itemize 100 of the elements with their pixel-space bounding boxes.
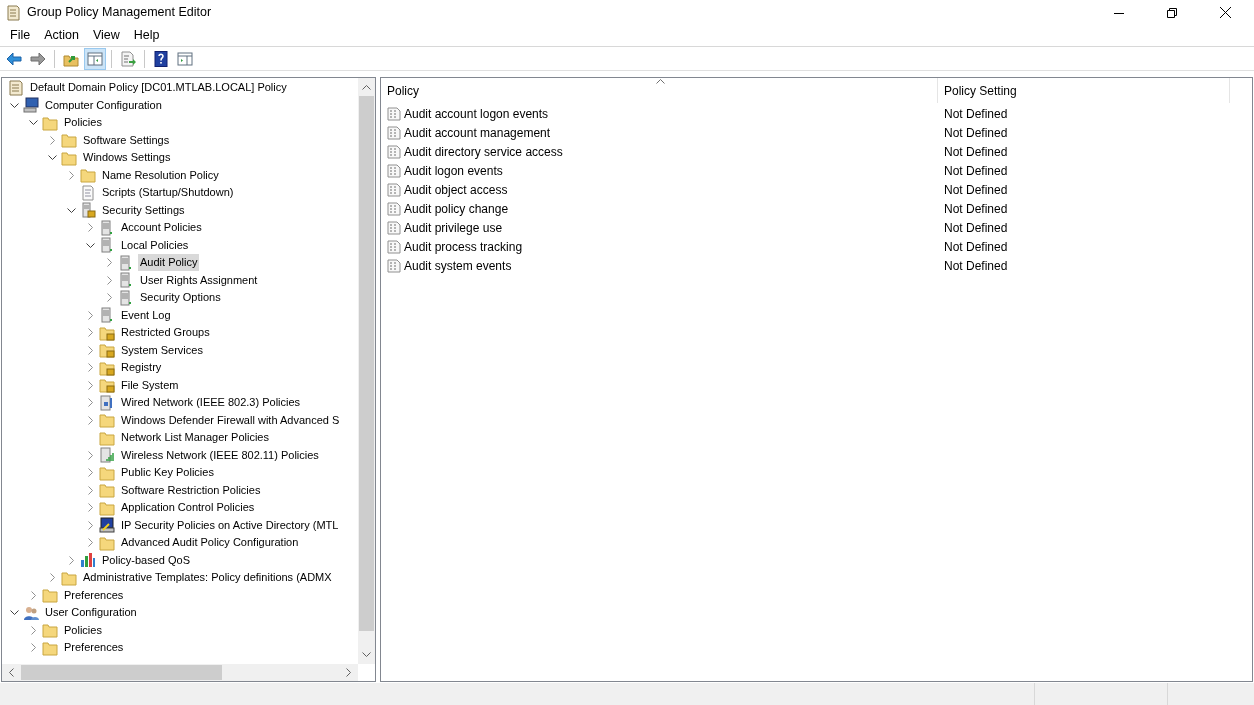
menu-item[interactable]: Action [37, 25, 86, 45]
server-icon [99, 219, 115, 236]
scroll-down-icon[interactable] [362, 652, 371, 658]
tree-item[interactable]: Computer Configuration [43, 96, 164, 114]
tree-item[interactable]: Software Settings [81, 131, 172, 149]
tree-item[interactable]: User Configuration [43, 604, 139, 622]
collapse-chevron-icon[interactable] [29, 119, 38, 127]
tree-item[interactable]: Event Log [119, 306, 173, 324]
policy-setting: Not Defined [943, 200, 1008, 218]
tree-item[interactable]: Restricted Groups [119, 324, 212, 342]
tree-item[interactable]: Policy-based QoS [100, 551, 193, 569]
script-document-icon [80, 184, 96, 201]
expand-chevron-icon[interactable] [106, 275, 113, 285]
expand-chevron-icon[interactable] [87, 468, 94, 478]
expand-chevron-icon[interactable] [106, 293, 113, 303]
expand-chevron-icon[interactable] [68, 170, 75, 180]
tree-item[interactable]: Advanced Audit Policy Configuration [119, 534, 301, 552]
folder-icon [42, 114, 58, 131]
expand-chevron-icon[interactable] [87, 520, 94, 530]
scroll-left-icon[interactable] [8, 668, 14, 677]
tree-item[interactable]: System Services [119, 341, 205, 359]
folder-icon [61, 149, 77, 166]
scroll-right-icon[interactable] [346, 668, 352, 677]
policy-name: Audit object access [404, 181, 508, 199]
server-icon [99, 237, 115, 254]
folder-icon [80, 167, 96, 184]
tree-item[interactable]: Account Policies [119, 219, 204, 237]
collapse-chevron-icon[interactable] [48, 154, 57, 162]
scroll-thumb[interactable] [359, 96, 374, 631]
policy-setting: Not Defined [943, 181, 1008, 199]
folder-icon [99, 464, 115, 481]
binary-document-icon [387, 163, 401, 178]
tree-item[interactable]: IP Security Policies on Active Directory (MTL [119, 516, 341, 534]
expand-chevron-icon[interactable] [87, 223, 94, 233]
expand-chevron-icon[interactable] [49, 135, 56, 145]
expand-chevron-icon[interactable] [87, 450, 94, 460]
tree-item[interactable]: Preferences [62, 639, 126, 657]
menu-item[interactable]: Help [126, 25, 167, 45]
tree-item[interactable]: Security Settings [100, 201, 187, 219]
tree-item[interactable]: Wired Network (IEEE 802.3) Policies [119, 394, 303, 412]
policy-name: Audit privilege use [404, 219, 503, 237]
binary-document-icon [387, 144, 401, 159]
tree-item[interactable]: Scripts (Startup/Shutdown) [100, 184, 236, 202]
collapse-chevron-icon[interactable] [86, 241, 95, 249]
expand-chevron-icon[interactable] [87, 380, 94, 390]
expand-chevron-icon[interactable] [68, 555, 75, 565]
tree-item[interactable]: Preferences [62, 586, 126, 604]
policy-setting: Not Defined [943, 219, 1008, 237]
expand-chevron-icon[interactable] [30, 625, 37, 635]
column-header[interactable]: Policy [381, 78, 938, 103]
column-header[interactable]: Policy Setting [938, 78, 1230, 103]
policy-name: Audit logon events [404, 162, 503, 180]
policy-name: Audit system events [404, 257, 512, 275]
tree-item[interactable]: Registry [119, 359, 164, 377]
server-icon [118, 272, 134, 289]
expand-chevron-icon[interactable] [87, 415, 94, 425]
tree-item[interactable]: Network List Manager Policies [119, 429, 271, 447]
tree-item[interactable]: Security Options [138, 289, 223, 307]
tree-item[interactable]: Administrative Templates: Policy definitions (ADMX [81, 569, 334, 587]
tree-item[interactable]: Default Domain Policy [DC01.MTLAB.LOCAL] Policy [28, 79, 289, 97]
tree-item[interactable]: Name Resolution Policy [100, 166, 221, 184]
tree-item[interactable]: Windows Settings [81, 149, 173, 167]
tree-item[interactable]: Public Key Policies [119, 464, 216, 482]
tree-item[interactable]: Windows Defender Firewall with Advanced S [119, 411, 342, 429]
expand-chevron-icon[interactable] [87, 363, 94, 373]
collapse-chevron-icon[interactable] [10, 609, 19, 617]
tree-item[interactable]: Policies [62, 621, 104, 639]
policy-name: Audit policy change [404, 200, 509, 218]
tree-item[interactable]: User Rights Assignment [138, 271, 260, 289]
folder-icon [61, 569, 77, 586]
tree-item[interactable]: Audit Policy [138, 254, 200, 272]
expand-chevron-icon[interactable] [30, 590, 37, 600]
expand-chevron-icon[interactable] [49, 573, 56, 583]
expand-chevron-icon[interactable] [87, 503, 94, 513]
policy-setting: Not Defined [943, 124, 1008, 142]
scroll-thumb[interactable] [21, 665, 222, 680]
tree-item[interactable]: File System [119, 376, 181, 394]
expand-chevron-icon[interactable] [87, 538, 94, 548]
menu-item[interactable]: File [3, 25, 38, 45]
menu-item[interactable]: View [85, 25, 127, 45]
tree-item[interactable]: Software Restriction Policies [119, 481, 263, 499]
scroll-up-icon[interactable] [362, 84, 371, 90]
expand-chevron-icon[interactable] [106, 258, 113, 268]
expand-chevron-icon[interactable] [87, 328, 94, 338]
expand-chevron-icon[interactable] [87, 485, 94, 495]
tree-item[interactable]: Wireless Network (IEEE 802.11) Policies [119, 446, 321, 464]
collapse-chevron-icon[interactable] [10, 101, 19, 109]
tree-item[interactable]: Local Policies [119, 236, 191, 254]
collapse-chevron-icon[interactable] [67, 206, 76, 214]
vertical-scrollbar[interactable] [358, 78, 375, 664]
pane-toggle-icon[interactable] [84, 47, 106, 70]
tree-item[interactable]: Application Control Policies [119, 499, 257, 517]
tree-item[interactable]: Policies [62, 114, 104, 132]
expand-chevron-icon[interactable] [87, 345, 94, 355]
binary-document-icon [387, 125, 401, 140]
expand-chevron-icon[interactable] [87, 398, 94, 408]
horizontal-scrollbar[interactable] [2, 664, 358, 681]
policy-document-icon [8, 79, 24, 96]
expand-chevron-icon[interactable] [87, 310, 94, 320]
expand-chevron-icon[interactable] [30, 643, 37, 653]
